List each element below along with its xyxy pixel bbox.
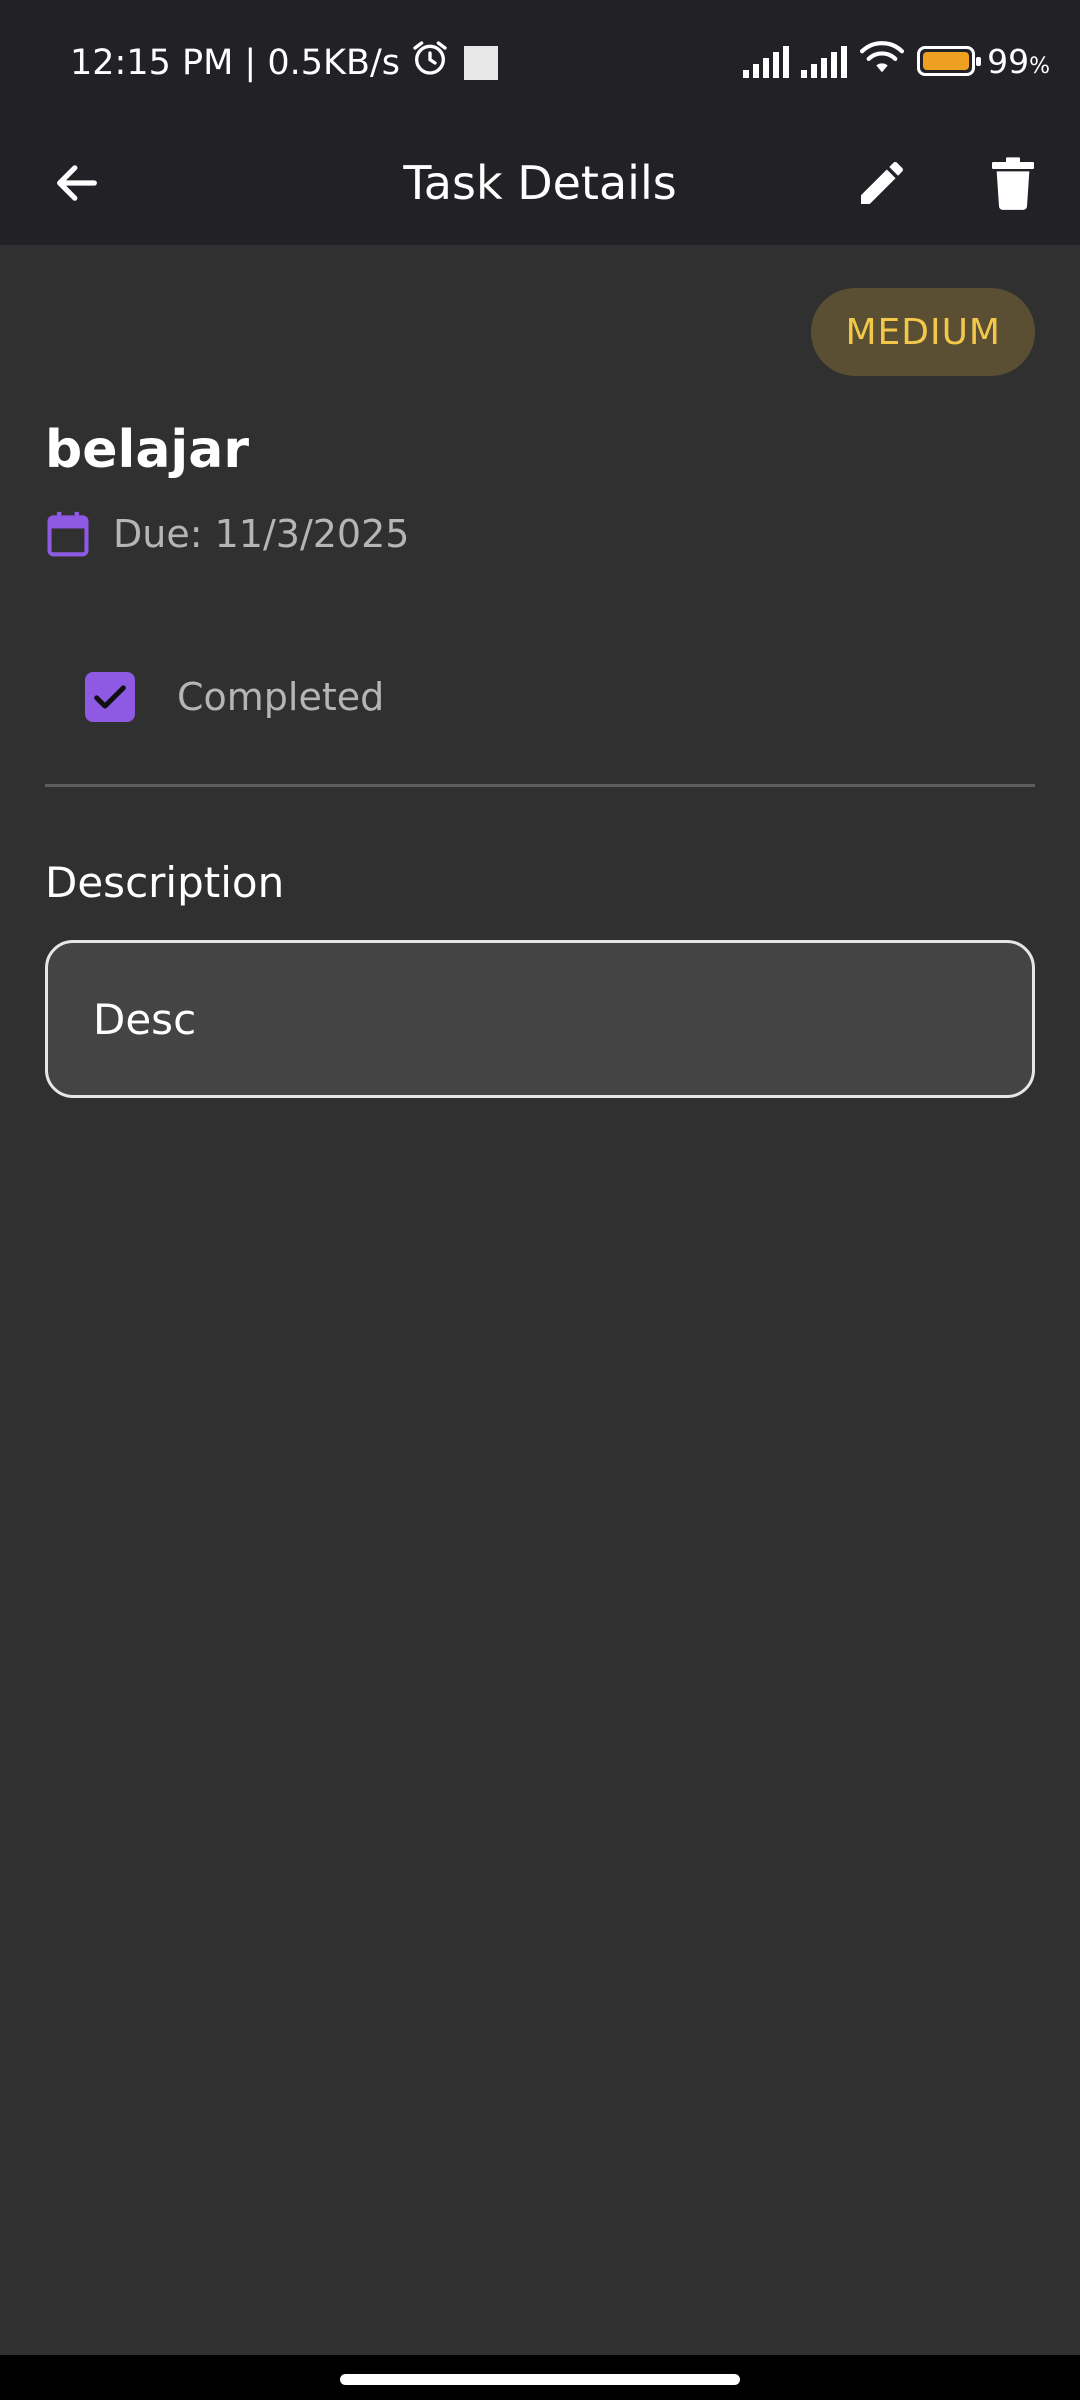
description-text: Desc (93, 994, 197, 1044)
pencil-icon (861, 161, 904, 204)
wifi-icon (859, 38, 905, 84)
completed-checkbox[interactable] (85, 672, 135, 722)
alarm-icon (410, 38, 450, 87)
status-bar: 12:15 PM | 0.5KB/s 99% (0, 0, 1080, 120)
priority-badge: MEDIUM (811, 288, 1035, 376)
back-button[interactable] (22, 120, 132, 245)
completed-label: Completed (177, 675, 385, 719)
delete-button[interactable] (958, 120, 1068, 245)
divider (45, 784, 1035, 787)
calendar-icon (47, 511, 89, 557)
battery-percent: 99% (987, 41, 1050, 81)
edit-button[interactable] (827, 120, 937, 245)
completed-toggle[interactable]: Completed (85, 672, 384, 722)
status-right: 99% (743, 38, 1050, 84)
due-date-row: Due: 11/3/2025 (45, 510, 409, 558)
trash-icon (992, 156, 1034, 210)
app-bar: Task Details (0, 120, 1080, 245)
arrow-left-icon (57, 164, 97, 201)
signal-icon (801, 44, 848, 78)
system-nav-bar (0, 2355, 1080, 2400)
description-field[interactable]: Desc (45, 940, 1035, 1098)
status-left: 12:15 PM | 0.5KB/s (70, 38, 498, 87)
description-label: Description (45, 858, 285, 907)
task-title: belajar (45, 420, 249, 480)
status-time: 12:15 PM | 0.5KB/s (70, 42, 400, 83)
stop-square-icon (464, 45, 498, 80)
check-icon (94, 685, 126, 709)
home-indicator[interactable] (340, 2374, 740, 2385)
battery-icon (917, 46, 982, 76)
due-date: Due: 11/3/2025 (113, 512, 410, 556)
signal-icon (743, 44, 790, 78)
